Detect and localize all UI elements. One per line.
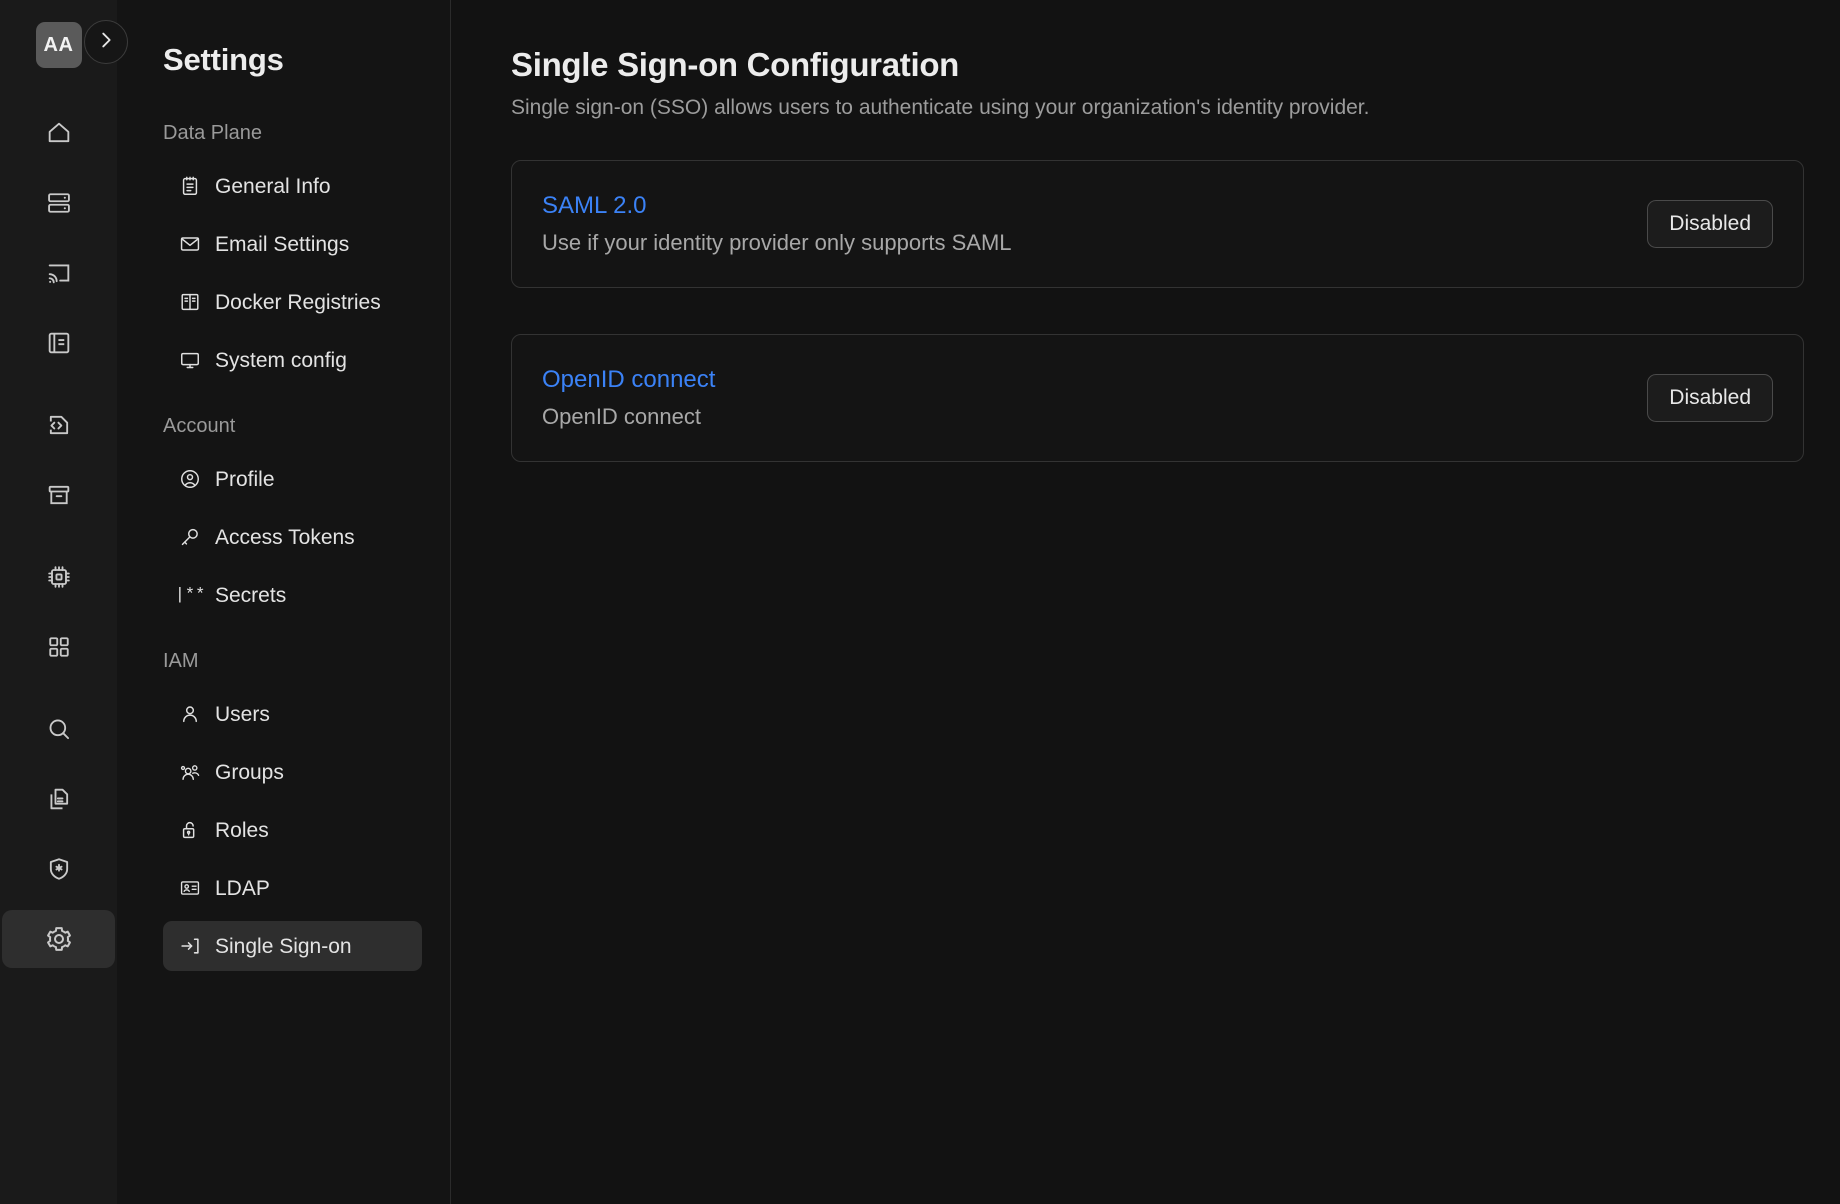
- provider-link-saml[interactable]: SAML 2.0: [542, 192, 1012, 220]
- chevron-right-icon: [95, 29, 117, 56]
- saml-status-button[interactable]: Disabled: [1647, 200, 1773, 248]
- rail-item-home[interactable]: [2, 104, 115, 162]
- gear-icon: [44, 924, 74, 954]
- registry-icon: [179, 291, 201, 313]
- sidebar-item-label: Email Settings: [215, 232, 350, 256]
- server-icon: [45, 189, 73, 217]
- sidebar-item-label: Groups: [215, 760, 284, 784]
- rail-item-compute[interactable]: [2, 548, 115, 606]
- archive-icon: [45, 481, 73, 509]
- sidebar-item-label: Profile: [215, 467, 275, 491]
- search-icon: [45, 715, 73, 743]
- monitor-icon: [179, 349, 201, 371]
- notebook-icon: [45, 329, 73, 357]
- envelope-icon: [179, 233, 201, 255]
- sidebar-item-docker-registries[interactable]: Docker Registries: [163, 277, 422, 327]
- home-icon: [45, 119, 73, 147]
- user-icon: [179, 703, 201, 725]
- rail-item-archive[interactable]: [2, 466, 115, 524]
- cpu-icon: [45, 563, 73, 591]
- provider-description: Use if your identity provider only suppo…: [542, 230, 1012, 255]
- sso-provider-card-saml: SAML 2.0 Use if your identity provider o…: [511, 160, 1804, 288]
- card-text: OpenID connect OpenID connect: [542, 366, 715, 430]
- openid-status-button[interactable]: Disabled: [1647, 374, 1773, 422]
- key-icon: [179, 526, 201, 548]
- main-content: Single Sign-on Configuration Single sign…: [451, 0, 1840, 1204]
- app-logo[interactable]: AA: [35, 22, 82, 68]
- login-arrow-icon: [179, 935, 201, 957]
- sidebar-item-system-config[interactable]: System config: [163, 335, 422, 385]
- sidebar-item-label: General Info: [215, 174, 331, 198]
- sidebar-item-roles[interactable]: Roles: [163, 805, 422, 855]
- sidebar-item-single-sign-on[interactable]: Single Sign-on: [163, 921, 422, 971]
- nav-group-account: Account Profile Access Tokens |** Secret…: [117, 415, 450, 620]
- users-group-icon: [179, 761, 201, 783]
- sidebar-item-label: Access Tokens: [215, 525, 355, 549]
- rail-item-search[interactable]: [2, 700, 115, 758]
- nav-group-label: Data Plane: [163, 122, 262, 144]
- sidebar-item-access-tokens[interactable]: Access Tokens: [163, 512, 422, 562]
- password-mask-icon: |**: [174, 585, 206, 605]
- sso-provider-card-openid: OpenID connect OpenID connect Disabled: [511, 334, 1804, 462]
- sidebar-item-email-settings[interactable]: Email Settings: [163, 219, 422, 269]
- content-title: Single Sign-on Configuration: [511, 46, 960, 83]
- rail-item-servers[interactable]: [2, 174, 115, 232]
- user-circle-icon: [179, 468, 201, 490]
- rail-item-notebook[interactable]: [2, 314, 115, 372]
- cast-icon: [45, 259, 73, 287]
- sidebar-item-secrets[interactable]: |** Secrets: [163, 570, 422, 620]
- rail-item-settings[interactable]: [2, 910, 115, 968]
- sidebar-item-label: LDAP: [215, 876, 270, 900]
- grid-apps-icon: [45, 633, 73, 661]
- nav-group-iam: IAM Users Groups Roles LDAP Single Sign-…: [117, 650, 450, 971]
- rail-item-security[interactable]: [2, 840, 115, 898]
- app-root: AA Settings Data Plane General Info Emai…: [0, 0, 1840, 1204]
- provider-description: OpenID connect: [542, 404, 701, 429]
- card-text: SAML 2.0 Use if your identity provider o…: [542, 192, 1012, 256]
- rail-item-code[interactable]: [2, 396, 115, 454]
- sidebar-item-profile[interactable]: Profile: [163, 454, 422, 504]
- documents-icon: [45, 785, 73, 813]
- sidebar-item-label: Docker Registries: [215, 290, 381, 314]
- sidebar-item-label: Roles: [215, 818, 269, 842]
- rail-item-apps[interactable]: [2, 618, 115, 676]
- settings-sidebar: Settings Data Plane General Info Email S…: [117, 0, 451, 1204]
- icon-rail: AA: [0, 0, 128, 1204]
- contact-card-icon: [179, 877, 201, 899]
- sidebar-item-groups[interactable]: Groups: [163, 747, 422, 797]
- nav-group-label: IAM: [163, 650, 199, 672]
- sidebar-item-ldap[interactable]: LDAP: [163, 863, 422, 913]
- sidebar-item-label: System config: [215, 348, 347, 372]
- sidebar-collapse-toggle[interactable]: [84, 20, 128, 64]
- notepad-icon: [179, 175, 201, 197]
- rail-item-cast[interactable]: [2, 244, 115, 302]
- sidebar-item-general-info[interactable]: General Info: [163, 161, 422, 211]
- rail-item-documents[interactable]: [2, 770, 115, 828]
- unlocked-padlock-icon: [179, 819, 201, 841]
- sidebar-item-label: Users: [215, 702, 270, 726]
- content-subtitle: Single sign-on (SSO) allows users to aut…: [511, 96, 1370, 119]
- sidebar-item-users[interactable]: Users: [163, 689, 422, 739]
- sidebar-item-label: Secrets: [215, 583, 287, 607]
- code-file-icon: [45, 411, 73, 439]
- nav-group-data-plane: Data Plane General Info Email Settings D…: [117, 122, 450, 385]
- page-title: Settings: [163, 42, 284, 77]
- provider-link-openid[interactable]: OpenID connect: [542, 366, 715, 394]
- shield-star-icon: [45, 855, 73, 883]
- nav-group-label: Account: [163, 415, 236, 437]
- sidebar-item-label: Single Sign-on: [215, 934, 352, 958]
